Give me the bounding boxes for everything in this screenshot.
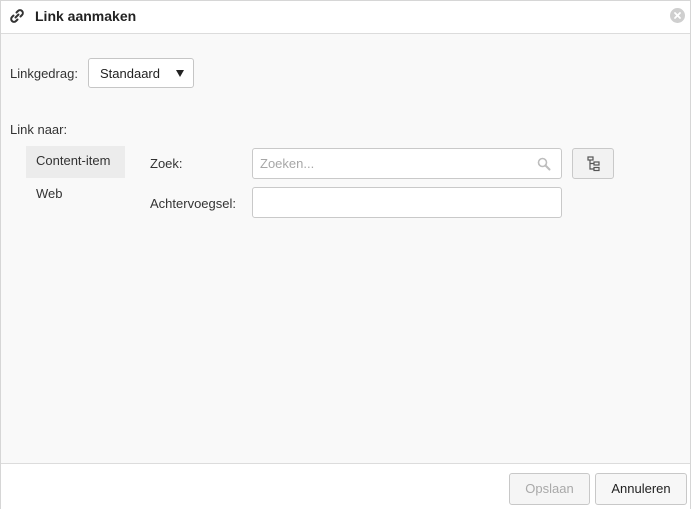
dialog-title: Link aanmaken (35, 8, 137, 24)
tab-content-item[interactable]: Content-item (26, 146, 125, 178)
search-icon (537, 157, 551, 171)
dialog-footer: Opslaan Annuleren (1, 463, 690, 509)
link-to-label: Link naar: (10, 122, 68, 137)
cancel-button[interactable]: Annuleren (595, 473, 687, 505)
search-label: Zoek: (150, 156, 183, 171)
search-input[interactable]: Zoeken... (252, 148, 562, 179)
tab-web[interactable]: Web (26, 179, 125, 211)
suffix-input[interactable] (252, 187, 562, 218)
link-behavior-label: Linkgedrag: (10, 66, 78, 81)
link-behavior-value: Standaard (100, 66, 160, 81)
link-dialog: Link aanmaken Linkgedrag: Standaard Link… (0, 0, 691, 509)
link-behavior-select[interactable]: Standaard (88, 58, 194, 88)
suffix-label: Achtervoegsel: (150, 196, 236, 211)
dialog-titlebar: Link aanmaken (1, 1, 690, 34)
browse-tree-button[interactable] (572, 148, 614, 179)
chevron-down-icon (176, 70, 184, 77)
save-button[interactable]: Opslaan (509, 473, 590, 505)
close-icon (674, 12, 681, 19)
tree-icon (587, 156, 600, 172)
link-icon (8, 7, 26, 25)
search-placeholder: Zoeken... (260, 156, 315, 171)
close-button[interactable] (670, 8, 685, 23)
